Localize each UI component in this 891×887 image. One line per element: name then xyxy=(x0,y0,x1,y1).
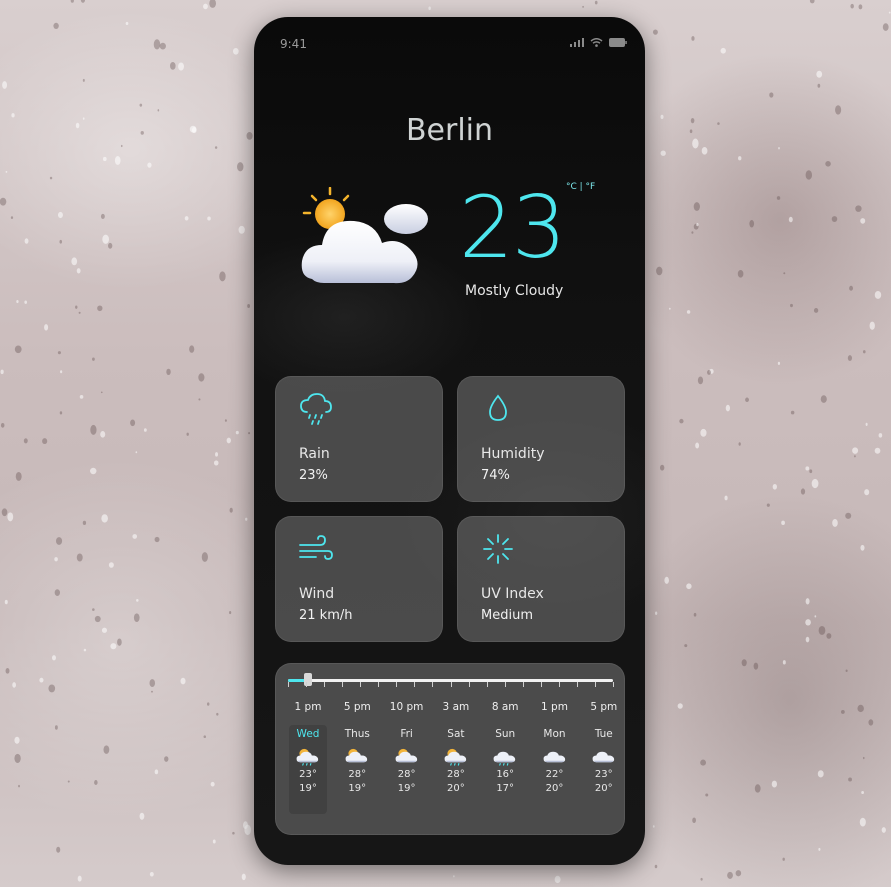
hour-label: 10 pm xyxy=(389,701,424,713)
sun-cloud-rain-icon xyxy=(296,748,319,766)
day-forecast-sun[interactable]: Sun 16° 17° xyxy=(486,728,524,814)
water-drop-icon xyxy=(489,394,507,421)
cloud-icon xyxy=(543,751,565,763)
day-name: Tue xyxy=(594,728,613,740)
day-name: Fri xyxy=(400,728,413,740)
day-low-temp: 19° xyxy=(397,783,416,794)
day-low-temp: 20° xyxy=(447,783,465,794)
timeline-tick xyxy=(468,682,470,687)
cloud-icon xyxy=(592,751,614,763)
day-name: Thus xyxy=(344,728,370,740)
rain-value: 23% xyxy=(299,468,328,483)
hour-label: 1 pm xyxy=(541,701,568,713)
sun-rays-icon xyxy=(483,534,513,564)
timeline-tick xyxy=(504,682,506,687)
hour-label: 8 am xyxy=(491,701,519,713)
uv-index-label: UV Index xyxy=(481,586,544,602)
sun-cloud-icon xyxy=(395,748,417,763)
unit-toggle[interactable]: °C | °F xyxy=(566,182,595,192)
sun-cloud-rain-icon xyxy=(444,748,467,766)
timeline-tick xyxy=(324,682,326,687)
wind-card[interactable]: Wind 21 km/h xyxy=(275,516,443,642)
timeline-tick xyxy=(486,682,488,687)
timeline-tick xyxy=(378,682,380,687)
timeline-tick xyxy=(414,682,416,687)
cloud-rain-icon xyxy=(493,751,516,766)
phone-screen: 9:41 Berlin °C | °F 23 Mostly Cloudy Rai… xyxy=(254,17,645,865)
humidity-card[interactable]: Humidity 74% xyxy=(457,376,625,502)
day-high-temp: 28° xyxy=(397,769,416,780)
current-temperature: 23 xyxy=(459,178,566,278)
wind-icon xyxy=(299,535,333,560)
day-low-temp: 17° xyxy=(496,783,515,794)
day-forecast-fri[interactable]: Fri 28° 19° xyxy=(388,728,426,814)
timeline-tick xyxy=(396,682,398,687)
day-high-temp: 22° xyxy=(545,769,564,780)
timeline-tick xyxy=(576,682,578,687)
rain-cloud-icon xyxy=(300,393,332,425)
day-low-temp: 19° xyxy=(299,783,317,794)
hour-label: 3 am xyxy=(442,701,470,713)
rain-card[interactable]: Rain 23% xyxy=(275,376,443,502)
day-name: Sun xyxy=(495,728,516,740)
humidity-label: Humidity xyxy=(481,446,545,462)
day-forecast-wed[interactable]: Wed 23° 19° xyxy=(289,725,327,814)
uv-index-value: Medium xyxy=(481,608,533,623)
timeline-tick xyxy=(432,682,434,687)
day-high-temp: 23° xyxy=(299,769,317,780)
timeline-tick xyxy=(360,682,362,687)
timeline-tick xyxy=(306,682,308,687)
humidity-value: 74% xyxy=(481,468,510,483)
forecast-panel: 1 pm 5 pm 10 pm 3 am 8 am 1 pm 5 pm Wed 23° 19° T… xyxy=(275,663,625,835)
day-name: Sat xyxy=(447,728,465,740)
signal-icon xyxy=(570,38,584,47)
day-low-temp: 20° xyxy=(594,783,613,794)
timeline-tick xyxy=(522,682,524,687)
timeline-tick xyxy=(613,682,614,687)
sun-cloud-icon xyxy=(345,748,368,763)
sun-behind-cloud-icon xyxy=(301,187,428,284)
timeline-ticks xyxy=(288,682,614,688)
day-high-temp: 23° xyxy=(594,769,613,780)
timeline-tick xyxy=(594,682,596,687)
daily-forecast: Wed 23° 19° Thus 28° 19° Fri 28° 19° Sat 28° 20° Sun… xyxy=(276,725,624,828)
city-name: Berlin xyxy=(405,113,494,148)
status-bar: 9:41 xyxy=(254,17,645,51)
hour-label: 5 pm xyxy=(590,701,618,713)
weather-condition: Mostly Cloudy xyxy=(465,283,564,299)
day-name: Mon xyxy=(543,728,566,740)
day-forecast-thus[interactable]: Thus 28° 19° xyxy=(338,728,376,814)
wifi-icon xyxy=(590,38,603,47)
timeline-tick xyxy=(342,682,344,687)
day-high-temp: 16° xyxy=(496,769,515,780)
day-high-temp: 28° xyxy=(447,769,465,780)
status-icons xyxy=(570,38,627,47)
day-low-temp: 20° xyxy=(545,783,564,794)
day-name: Wed xyxy=(296,728,320,740)
hourly-times: 1 pm 5 pm 10 pm 3 am 8 am 1 pm 5 pm xyxy=(276,701,624,715)
day-forecast-tue[interactable]: Tue 23° 20° xyxy=(585,728,623,814)
timeline-tick xyxy=(450,682,452,687)
uv-index-card[interactable]: UV Index Medium xyxy=(457,516,625,642)
rain-label: Rain xyxy=(299,446,330,462)
day-low-temp: 19° xyxy=(348,783,367,794)
battery-icon xyxy=(609,38,627,47)
status-time: 9:41 xyxy=(280,37,307,51)
hour-label: 1 pm xyxy=(294,701,322,713)
day-forecast-mon[interactable]: Mon 22° 20° xyxy=(536,728,574,814)
wind-value: 21 km/h xyxy=(299,608,353,623)
hour-label: 5 pm xyxy=(343,701,371,713)
timeline-tick xyxy=(288,682,289,687)
day-high-temp: 28° xyxy=(348,769,367,780)
wind-label: Wind xyxy=(299,586,335,602)
timeline-tick xyxy=(540,682,542,687)
day-forecast-sat[interactable]: Sat 28° 20° xyxy=(437,728,475,814)
timeline-tick xyxy=(558,682,560,687)
